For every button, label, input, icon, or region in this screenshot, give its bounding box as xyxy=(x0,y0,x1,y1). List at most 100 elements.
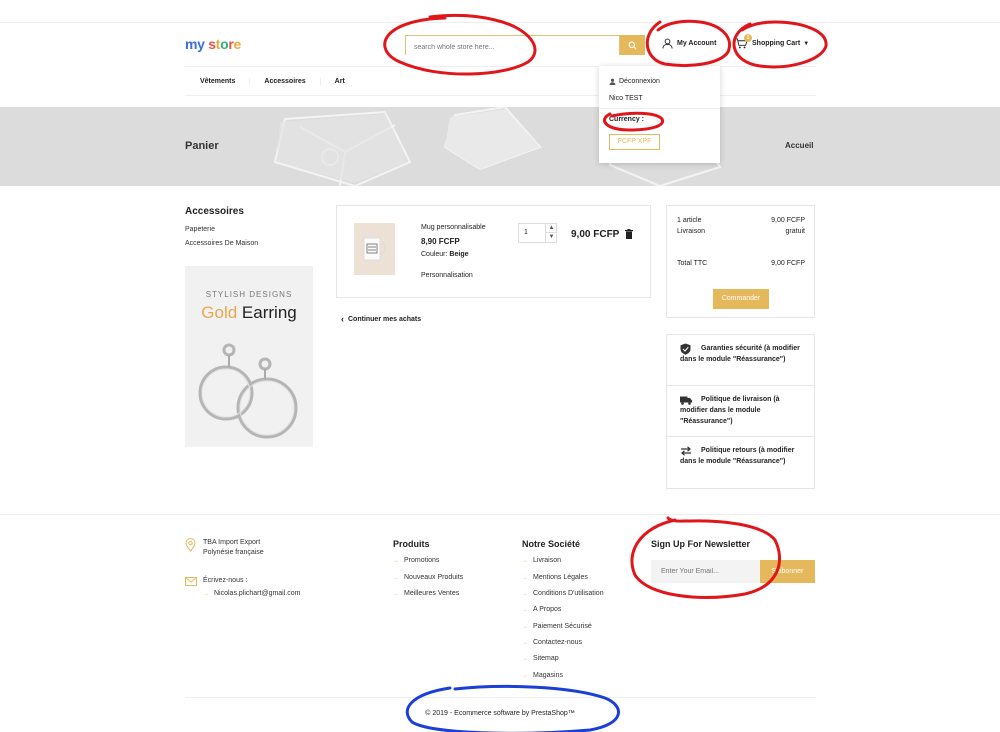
chevron-left-icon: ‹ xyxy=(341,314,344,324)
nav-item-vetements[interactable]: Vêtements xyxy=(185,77,251,85)
my-account-label: My Account xyxy=(677,40,717,47)
arrow-right-icon: → xyxy=(522,623,528,630)
search-input[interactable] xyxy=(406,38,619,57)
main-nav: Vêtements Accessoires Art xyxy=(185,66,816,96)
summary-row-total: Total TTC 9,00 FCFP xyxy=(677,260,805,267)
logout-label: Déconnexion xyxy=(619,78,660,85)
reassurance-text: Politique retours (à modifier dans le mo… xyxy=(680,447,795,465)
summary-label: Livraison xyxy=(677,228,706,235)
product-name-link[interactable]: Mug personnalisable xyxy=(421,224,486,231)
continue-shopping-link[interactable]: ‹ Continuer mes achats xyxy=(341,314,421,324)
address-line1: TBA Import Export xyxy=(203,539,261,546)
product-thumbnail[interactable] xyxy=(354,223,395,275)
footer-link-label: Magasins xyxy=(533,672,563,679)
quantity-up-button[interactable]: ▲ xyxy=(546,224,557,233)
footer-link-conditions[interactable]: → Conditions D'utilisation xyxy=(522,590,604,597)
caret-down-icon: ▼ xyxy=(803,40,810,47)
footer-link-contact[interactable]: → Contactez-nous xyxy=(522,639,582,646)
trash-icon[interactable] xyxy=(625,229,633,239)
company-heading: Notre Société xyxy=(522,539,581,549)
arrow-right-icon: → xyxy=(393,557,399,564)
contact-email-link[interactable]: → Nicolas.plichart@gmail.com xyxy=(203,590,300,597)
footer-link-label: Conditions D'utilisation xyxy=(533,590,604,597)
search-field[interactable] xyxy=(405,35,620,57)
arrow-right-icon: → xyxy=(522,590,528,597)
quantity-down-button[interactable]: ▼ xyxy=(546,233,557,242)
earring-image xyxy=(198,343,298,439)
quantity-stepper[interactable]: 1 ▲ ▼ xyxy=(518,223,557,243)
category-title: Accessoires xyxy=(185,206,244,217)
footer-link-label: Paiement Sécurisé xyxy=(533,623,592,630)
footer-link-mentions[interactable]: → Mentions Légales xyxy=(522,574,588,581)
shopping-cart-label: Shopping Cart xyxy=(752,40,801,47)
reassurance-item: Garanties sécurité (à modifier dans le m… xyxy=(667,335,814,386)
currency-select[interactable]: FCFP XPF xyxy=(609,134,660,150)
subscribe-button[interactable]: S'abonner xyxy=(760,560,815,583)
customization-link[interactable]: Personnalisation xyxy=(421,272,473,279)
user-icon xyxy=(609,78,616,85)
nav-item-accessoires[interactable]: Accessoires xyxy=(250,77,321,85)
summary-row-items: 1 article 9,00 FCFP xyxy=(677,217,805,224)
footer-link-promotions[interactable]: → Promotions xyxy=(393,557,439,564)
envelope-icon xyxy=(185,577,197,586)
arrow-right-icon: → xyxy=(393,574,399,581)
account-dropdown: Déconnexion Nico TEST Currency : FCFP XP… xyxy=(599,66,720,163)
footer-link-sitemap[interactable]: → Sitemap xyxy=(522,655,559,662)
top-divider xyxy=(0,22,1000,23)
annotation-circle-newsletter xyxy=(630,516,782,599)
checkout-button[interactable]: Commander xyxy=(713,289,769,309)
product-unit-price: 8,90 FCFP xyxy=(421,237,460,246)
product-color: Couleur: Beige xyxy=(421,251,468,258)
logout-link[interactable]: Déconnexion xyxy=(609,78,660,85)
color-value: Beige xyxy=(449,251,469,258)
promo-banner[interactable]: STYLISH DESIGNS Gold Earring xyxy=(185,266,313,447)
contact-email: Nicolas.plichart@gmail.com xyxy=(214,590,301,597)
dropdown-divider xyxy=(599,108,720,109)
summary-label: 1 article xyxy=(677,217,702,224)
reassurance-item: Politique de livraison (à modifier dans … xyxy=(667,386,814,437)
footer-link-label: Meilleures Ventes xyxy=(404,590,460,597)
user-icon xyxy=(662,38,673,49)
currency-label: Currency : xyxy=(609,116,645,123)
quantity-arrows: ▲ ▼ xyxy=(545,224,557,242)
promo-heading: Gold Earring xyxy=(185,303,313,323)
my-account-button[interactable]: My Account xyxy=(662,38,716,49)
arrow-right-icon: → xyxy=(522,557,528,564)
category-link-papeterie[interactable]: Papeterie xyxy=(185,226,215,233)
promo-heading-gold: Gold xyxy=(201,303,238,322)
footer-link-label: Contactez-nous xyxy=(533,639,583,646)
footer-link-about[interactable]: → A Propos xyxy=(522,606,561,613)
newsletter-email-field[interactable] xyxy=(651,560,760,583)
arrow-right-icon: → xyxy=(522,672,528,679)
search-icon xyxy=(628,41,637,49)
footer-link-secure-payment[interactable]: → Paiement Sécurisé xyxy=(522,623,592,630)
breadcrumb-home[interactable]: Accueil xyxy=(785,141,813,150)
products-heading: Produits xyxy=(393,539,430,549)
color-label: Couleur: xyxy=(421,251,448,258)
map-marker-icon xyxy=(185,538,196,552)
footer-link-label: Mentions Légales xyxy=(533,574,588,581)
store-logo[interactable]: my store xyxy=(185,36,241,52)
summary-value: 9,00 FCFP xyxy=(771,260,805,267)
copyright-divider xyxy=(185,697,816,698)
footer-link-livraison[interactable]: → Livraison xyxy=(522,557,561,564)
promo-heading-black: Earring xyxy=(241,303,297,322)
footer-link-stores[interactable]: → Magasins xyxy=(522,672,563,679)
footer-link-best-sellers[interactable]: → Meilleures Ventes xyxy=(393,590,459,597)
line-total: 9,00 FCFP xyxy=(571,229,620,240)
shopping-cart-button[interactable]: 1 Shopping Cart ▼ xyxy=(735,34,810,49)
lamp-background-image xyxy=(273,107,722,186)
reassurance-item: Politique retours (à modifier dans le mo… xyxy=(667,437,814,488)
category-link-accessoires-maison[interactable]: Accessoires De Maison xyxy=(185,240,258,247)
page-banner: Panier Accueil xyxy=(0,107,1000,186)
search-button[interactable] xyxy=(620,35,645,55)
reassurance-text: Politique de livraison (à modifier dans … xyxy=(680,396,780,425)
newsletter-email-input[interactable] xyxy=(651,560,760,583)
write-us-label: Écrivez-nous : xyxy=(203,577,248,584)
quantity-value[interactable]: 1 xyxy=(524,229,528,236)
user-name-link[interactable]: Nico TEST xyxy=(609,95,643,102)
footer-link-new-products[interactable]: → Nouveaux Produits xyxy=(393,574,463,581)
arrow-right-icon: → xyxy=(522,655,528,662)
copyright-text[interactable]: © 2019 - Ecommerce software by PrestaSho… xyxy=(0,710,1000,717)
nav-item-art[interactable]: Art xyxy=(321,78,359,85)
